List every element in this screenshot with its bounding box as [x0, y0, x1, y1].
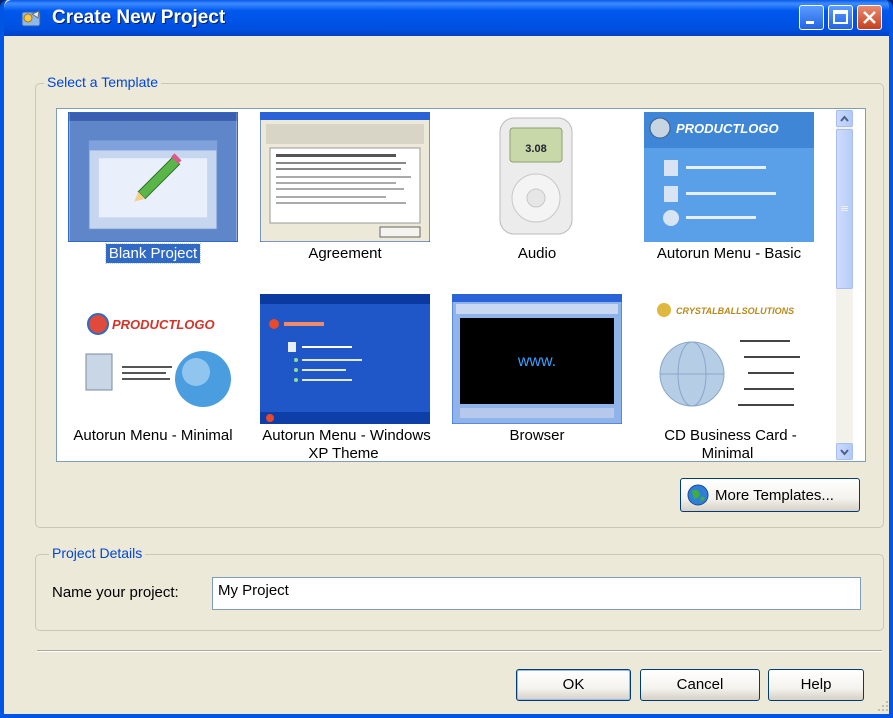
close-icon [863, 11, 876, 24]
template-label: Autorun Menu - Basic [656, 245, 802, 262]
scroll-down-button[interactable] [836, 443, 853, 460]
productlogo-text: PRODUCTLOGO [676, 121, 779, 136]
template-item-autorun-minimal[interactable]: PRODUCTLOGO Autorun Menu - Minimal [57, 291, 249, 461]
create-project-dialog: Create New Project Select a Template Bla… [0, 0, 893, 718]
project-details-legend: Project Details [49, 545, 146, 561]
blank-project-thumbnail [68, 112, 238, 242]
more-templates-button[interactable]: More Templates... [680, 478, 860, 512]
cd-business-card-thumbnail: CRYSTALBALLSOLUTIONS [644, 294, 814, 424]
autorun-xp-thumbnail [260, 294, 430, 424]
maximize-button[interactable] [828, 5, 853, 30]
template-label: Autorun Menu - Minimal [73, 427, 233, 444]
template-label: Agreement [308, 245, 382, 262]
ok-button[interactable]: OK [516, 669, 631, 701]
crystalball-text: CRYSTALBALLSOLUTIONS [676, 306, 794, 316]
project-name-label: Name your project: [52, 584, 179, 601]
autorun-basic-thumbnail: PRODUCTLOGO [644, 112, 814, 242]
window-title: Create New Project [52, 7, 226, 28]
template-list-scrollbar[interactable] [836, 110, 853, 460]
template-item-browser[interactable]: www. Browser [441, 291, 633, 461]
resize-grip-icon[interactable] [872, 695, 890, 713]
app-icon [21, 10, 41, 27]
template-item-autorun-basic[interactable]: PRODUCTLOGO Autorun Menu - Basic [633, 109, 825, 279]
help-button[interactable]: Help [768, 669, 864, 701]
template-item-blank-project[interactable]: Blank Project [57, 109, 249, 279]
template-label: Audio [517, 245, 557, 262]
minimize-icon [806, 21, 814, 24]
chevron-down-icon [840, 449, 849, 456]
template-item-audio[interactable]: 3.08 Audio [441, 109, 633, 279]
template-label: Autorun Menu - Windows XP Theme [262, 427, 431, 462]
select-template-legend: Select a Template [44, 74, 162, 90]
browser-www-text: www. [517, 353, 556, 370]
close-button[interactable] [857, 5, 882, 30]
autorun-minimal-thumbnail: PRODUCTLOGO [68, 294, 238, 424]
chevron-up-icon [840, 115, 849, 122]
title-bar[interactable]: Create New Project [4, 0, 889, 36]
minimize-button[interactable] [799, 5, 824, 30]
scroll-up-button[interactable] [836, 110, 853, 127]
template-item-autorun-xp[interactable]: Autorun Menu - Windows XP Theme [249, 291, 441, 461]
productlogo-text: PRODUCTLOGO [112, 317, 215, 332]
template-item-cd-business-card[interactable]: CRYSTALBALLSOLUTIONS CD Business Card - … [633, 291, 825, 461]
project-name-field[interactable]: My Project [212, 577, 861, 610]
template-label: Blank Project [104, 243, 202, 264]
agreement-thumbnail [260, 112, 430, 242]
template-label: Browser [509, 427, 565, 444]
globe-icon [687, 484, 709, 506]
template-label: CD Business Card - Minimal [664, 427, 797, 462]
cancel-button[interactable]: Cancel [640, 669, 760, 701]
footer-separator [37, 650, 882, 652]
scroll-thumb[interactable] [836, 129, 853, 289]
grip-icon [841, 206, 848, 211]
template-item-agreement[interactable]: Agreement [249, 109, 441, 279]
maximize-icon [833, 10, 848, 24]
audio-thumbnail: 3.08 [499, 117, 573, 235]
template-list[interactable]: Blank Project Agreement 3.08 Audio PRODU… [56, 108, 866, 462]
browser-thumbnail: www. [452, 294, 622, 424]
more-templates-label: More Templates... [715, 487, 834, 504]
audio-readout: 3.08 [525, 143, 546, 155]
